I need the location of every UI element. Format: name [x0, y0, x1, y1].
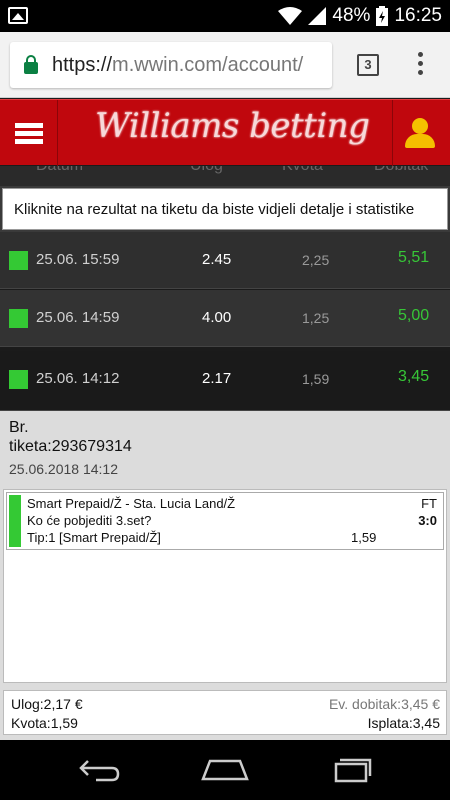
ticket-row-selected[interactable]: 25.06. 14:12 2.17 1,59 3,45: [0, 351, 450, 411]
ticket-details: Br. tiketa:293679314 25.06.2018 14:12 Sm…: [0, 411, 450, 740]
ticket-odds: 2,25: [302, 252, 330, 268]
ticket-row[interactable]: 25.06. 14:59 4.00 1,25 5,00: [0, 290, 450, 347]
ticket-win: 5,51: [398, 249, 430, 266]
ticket-date: 25.06. 14:59: [36, 309, 120, 326]
status-indicator: [9, 309, 28, 328]
ticket-stake: 4.00: [202, 309, 232, 326]
match-odds: 1,59: [351, 530, 377, 545]
summary-stake: Ulog:2,17 €: [11, 696, 83, 712]
ticket-summary: Ulog:2,17 € Kvota:1,59 Ev. dobitak:3,45 …: [3, 690, 447, 735]
match-status: FT: [421, 496, 437, 511]
match-score: 3:0: [418, 513, 437, 528]
col-stake: Ulog: [190, 166, 223, 175]
status-indicator: [9, 251, 28, 270]
clock: 16:25: [394, 5, 442, 26]
match-list: Smart Prepaid/Ž - Sta. Lucia Land/Ž Ko ć…: [3, 489, 447, 683]
battery-percent: 48%: [332, 5, 371, 26]
col-odds: Kvota: [282, 166, 323, 175]
app-header: Williams betting: [0, 99, 450, 166]
col-date: Datum: [36, 166, 83, 175]
status-indicator: [9, 370, 28, 389]
browser-toolbar: https://m.wwin.com/account/ 3: [0, 32, 450, 98]
recent-apps-icon[interactable]: [328, 754, 372, 784]
hamburger-menu-icon[interactable]: [0, 100, 58, 166]
summary-payout: Isplata:3,45: [367, 715, 440, 731]
info-message: Kliknite na rezultat na tiketu da biste …: [2, 188, 448, 230]
ticket-row[interactable]: 25.06. 15:59 2.45 2,25 5,51: [0, 232, 450, 289]
more-menu-icon[interactable]: [410, 52, 430, 78]
col-win: Dobitak: [374, 166, 428, 175]
status-bar: 48% 16:25: [0, 0, 450, 32]
info-strip: Kliknite na rezultat na tiketu da biste …: [0, 186, 450, 232]
ticket-stake: 2.17: [202, 370, 232, 387]
match-question: Ko će pobjediti 3.set?: [27, 513, 152, 528]
battery-charging-icon: [376, 6, 389, 26]
home-icon[interactable]: [200, 758, 250, 782]
match-item[interactable]: Smart Prepaid/Ž - Sta. Lucia Land/Ž Ko ć…: [6, 492, 444, 550]
url-bar[interactable]: https://m.wwin.com/account/: [10, 42, 332, 88]
summary-potential-win: Ev. dobitak:3,45 €: [328, 696, 440, 712]
tab-switcher-button[interactable]: 3: [357, 54, 379, 76]
ticket-odds: 1,25: [302, 310, 330, 326]
ticket-datetime: 25.06.2018 14:12: [9, 461, 118, 477]
back-icon[interactable]: [78, 758, 122, 782]
ticket-date: 25.06. 14:12: [36, 370, 120, 387]
url-text[interactable]: https://m.wwin.com/account/: [52, 54, 303, 77]
user-account-icon[interactable]: [392, 100, 450, 166]
lock-icon: [24, 55, 38, 74]
signal-icon: [308, 7, 327, 25]
ticket-win: 5,00: [398, 307, 430, 324]
site-logo[interactable]: Williams betting: [95, 106, 370, 146]
image-notification-icon: [8, 7, 28, 24]
ticket-stake: 2.45: [202, 251, 232, 268]
ticket-date: 25.06. 15:59: [36, 251, 120, 268]
system-nav-bar: [0, 740, 450, 800]
table-header: Datum Ulog Kvota Dobitak: [0, 166, 450, 186]
win-indicator: [9, 495, 21, 547]
wifi-icon: [278, 7, 303, 25]
ticket-number: Br. tiketa:293679314: [9, 419, 132, 455]
summary-odds: Kvota:1,59: [11, 715, 78, 731]
ticket-win: 3,45: [398, 368, 430, 385]
match-tip: Tip:1 [Smart Prepaid/Ž]: [27, 530, 161, 545]
match-teams: Smart Prepaid/Ž - Sta. Lucia Land/Ž: [27, 496, 236, 511]
ticket-odds: 1,59: [302, 371, 330, 387]
